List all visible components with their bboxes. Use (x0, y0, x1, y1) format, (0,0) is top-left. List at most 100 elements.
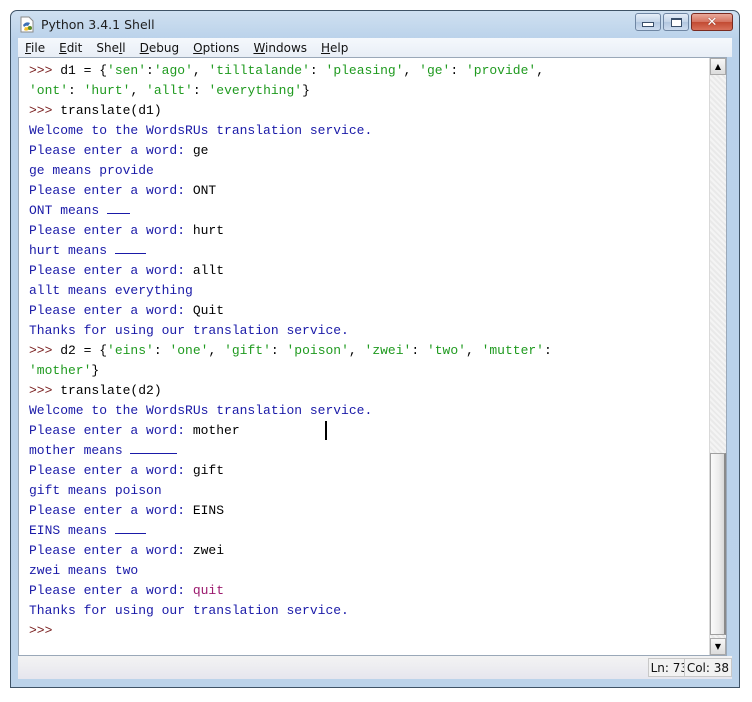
shell-line: allt means everything (29, 281, 702, 301)
string-literal: 'mutter' (481, 343, 544, 358)
code-text: d1 = { (60, 63, 108, 78)
code-text: d2 = { (60, 343, 108, 358)
user-input: gift (192, 463, 225, 478)
blank-translation-underline (130, 441, 178, 454)
window-title: Python 3.4.1 Shell (41, 17, 155, 32)
shell-line: Please enter a word: hurt (29, 221, 702, 241)
user-input: ONT (192, 183, 217, 198)
minimize-button[interactable] (635, 13, 661, 31)
string-literal: 'two' (426, 343, 466, 358)
menu-options[interactable]: Options (190, 41, 246, 55)
string-literal: 'allt' (146, 83, 193, 98)
shell-line: Welcome to the WordsRUs translation serv… (29, 401, 702, 421)
shell-prompt: >>> (29, 103, 61, 118)
string-literal: 'eins' (107, 343, 154, 358)
shell-prompt: >>> (29, 623, 53, 638)
program-output: allt means everything (29, 283, 193, 298)
string-literal: 'tilltalande' (208, 63, 310, 78)
code-text: : (270, 343, 287, 358)
user-input: Quit (192, 303, 225, 318)
program-output: Please enter a word: (29, 303, 193, 318)
shell-prompt: >>> (29, 343, 61, 358)
menu-windows[interactable]: Windows (250, 41, 314, 55)
caption-buttons: ✕ (635, 13, 733, 31)
menu-help[interactable]: Help (318, 41, 355, 55)
shell-line: hurt means (29, 241, 702, 261)
scroll-up-button[interactable]: ▲ (710, 58, 726, 75)
string-literal: 'provide' (465, 63, 537, 78)
string-literal: 'zwei' (364, 343, 412, 358)
user-input: quit (192, 583, 225, 598)
code-text: } (302, 83, 310, 98)
program-output: Please enter a word: (29, 543, 193, 558)
code-text: translate(d1) (60, 103, 162, 118)
shell-line: mother means (29, 441, 702, 461)
scroll-down-arrow-icon: ▼ (714, 642, 722, 651)
code-text: : (153, 343, 170, 358)
code-text: , (536, 63, 544, 78)
user-input: hurt (192, 223, 225, 238)
program-output: Please enter a word: (29, 183, 193, 198)
code-text: : (309, 63, 326, 78)
shell-line: Please enter a word: Quit (29, 301, 702, 321)
close-button[interactable]: ✕ (691, 13, 733, 31)
python-idle-icon (20, 16, 34, 33)
string-literal: 'mother' (29, 363, 92, 378)
program-output: Please enter a word: (29, 583, 193, 598)
maximize-button[interactable] (663, 13, 689, 31)
shell-line: >>> d1 = {'sen':'ago', 'tilltalande': 'p… (29, 61, 702, 81)
program-output: Thanks for using our translation service… (29, 323, 349, 338)
shell-line: ge means provide (29, 161, 702, 181)
program-output: Please enter a word: (29, 223, 193, 238)
menu-shell[interactable]: Shell (93, 41, 132, 55)
string-literal: 'gift' (224, 343, 271, 358)
string-literal: 'poison' (286, 343, 349, 358)
string-literal: 'pleasing' (325, 63, 404, 78)
menu-file[interactable]: File (22, 41, 52, 55)
shell-line: 'ont': 'hurt', 'allt': 'everything'} (29, 81, 702, 101)
code-text: : (146, 63, 154, 78)
shell-line: Please enter a word: zwei (29, 541, 702, 561)
code-text: : (192, 83, 209, 98)
user-input: ge (192, 143, 209, 158)
code-text: translate(d2) (60, 383, 162, 398)
menu-edit[interactable]: Edit (56, 41, 89, 55)
minimize-icon (642, 22, 654, 27)
vertical-scrollbar[interactable]: ▲ ▼ (709, 58, 726, 655)
shell-line: Please enter a word: allt (29, 261, 702, 281)
user-input: zwei (192, 543, 225, 558)
title-bar[interactable]: Python 3.4.1 Shell ✕ (11, 11, 739, 38)
code-text: , (465, 343, 482, 358)
shell-line: >>> translate(d1) (29, 101, 702, 121)
scrollbar-thumb[interactable] (710, 453, 726, 635)
shell-output[interactable]: >>> d1 = {'sen':'ago', 'tilltalande': 'p… (29, 61, 702, 641)
program-output: hurt means (29, 243, 115, 258)
shell-line: ONT means (29, 201, 702, 221)
code-text: } (91, 363, 100, 378)
program-output: Welcome to the WordsRUs translation serv… (29, 123, 373, 138)
shell-line: gift means poison (29, 481, 702, 501)
shell-line: Welcome to the WordsRUs translation serv… (29, 121, 702, 141)
shell-line: zwei means two (29, 561, 702, 581)
shell-line: >>> translate(d2) (29, 381, 702, 401)
program-output: mother means (29, 443, 131, 458)
string-literal: 'one' (169, 343, 209, 358)
blank-translation-underline (114, 241, 147, 254)
code-text: , (208, 343, 225, 358)
program-output: Please enter a word: (29, 503, 193, 518)
shell-line: Please enter a word: gift (29, 461, 702, 481)
program-output: gift means poison (29, 483, 162, 498)
program-output: Please enter a word: (29, 423, 193, 438)
code-text: : (68, 83, 84, 98)
code-text: , (192, 63, 209, 78)
string-literal: 'hurt' (83, 83, 131, 98)
string-literal: 'everything' (208, 83, 303, 98)
shell-prompt: >>> (29, 383, 61, 398)
shell-text-area[interactable]: >>> d1 = {'sen':'ago', 'tilltalande': 'p… (18, 57, 727, 656)
blank-translation-underline (114, 521, 147, 534)
menu-debug[interactable]: Debug (137, 41, 186, 55)
shell-line: 'mother'} (29, 361, 702, 381)
string-literal: 'ago' (153, 63, 193, 78)
scroll-down-button[interactable]: ▼ (710, 638, 726, 655)
text-cursor (325, 421, 328, 440)
